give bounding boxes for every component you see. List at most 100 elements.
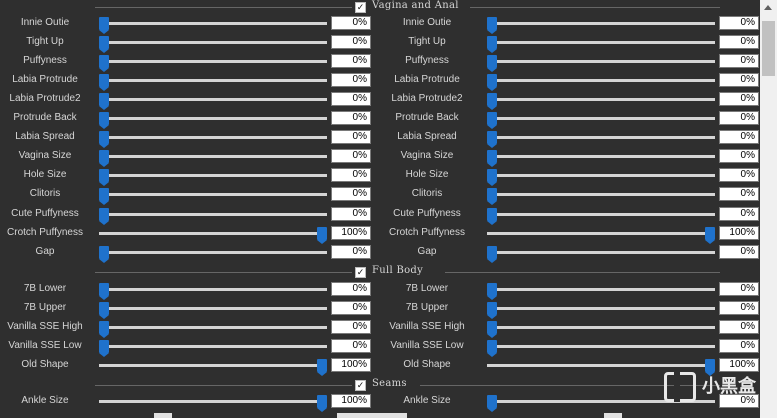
slider-value-field[interactable]: 0%	[331, 245, 371, 259]
slider-value-field[interactable]: 100%	[331, 358, 371, 372]
slider-value-field[interactable]: 0%	[719, 187, 759, 201]
slider-thumb[interactable]	[99, 150, 109, 167]
slider-value-field[interactable]: 0%	[719, 339, 759, 353]
slider-track[interactable]	[99, 79, 327, 82]
slider-track[interactable]	[487, 232, 715, 235]
slider-value-field[interactable]: 0%	[719, 16, 759, 30]
slider-thumb[interactable]	[487, 93, 497, 110]
slider-track[interactable]	[487, 41, 715, 44]
scroll-up-arrow-icon[interactable]	[764, 5, 772, 10]
slider-track[interactable]	[99, 288, 327, 291]
slider-thumb[interactable]	[317, 227, 327, 244]
checkbox-seams[interactable]: ✓	[355, 380, 366, 391]
slider-track[interactable]	[99, 41, 327, 44]
slider-track[interactable]	[99, 60, 327, 63]
slider-thumb[interactable]	[99, 188, 109, 205]
slider-track[interactable]	[487, 288, 715, 291]
slider-value-field[interactable]: 0%	[331, 207, 371, 221]
slider-track[interactable]	[99, 345, 327, 348]
slider-thumb[interactable]	[487, 169, 497, 186]
slider-value-field[interactable]: 0%	[331, 320, 371, 334]
slider-track[interactable]	[487, 155, 715, 158]
slider-thumb[interactable]	[487, 131, 497, 148]
slider-thumb[interactable]	[99, 17, 109, 34]
slider-track[interactable]	[99, 400, 327, 403]
slider-thumb[interactable]	[317, 359, 327, 376]
checkbox-full-body[interactable]: ✓	[355, 267, 366, 278]
slider-thumb[interactable]	[705, 359, 715, 376]
slider-value-field[interactable]: 100%	[719, 358, 759, 372]
slider-track[interactable]	[99, 213, 327, 216]
slider-track[interactable]	[99, 326, 327, 329]
slider-value-field[interactable]: 0%	[719, 149, 759, 163]
slider-thumb[interactable]	[705, 227, 715, 244]
slider-thumb[interactable]	[487, 283, 497, 300]
slider-thumb[interactable]	[487, 112, 497, 129]
checkbox-vagina-and-anal[interactable]: ✓	[355, 2, 366, 13]
slider-value-field[interactable]: 0%	[719, 168, 759, 182]
slider-value-field[interactable]: 0%	[331, 339, 371, 353]
slider-thumb[interactable]	[99, 321, 109, 338]
slider-thumb[interactable]	[99, 246, 109, 263]
slider-thumb[interactable]	[487, 395, 497, 412]
slider-thumb[interactable]	[99, 302, 109, 319]
slider-thumb[interactable]	[487, 74, 497, 91]
slider-track[interactable]	[487, 98, 715, 101]
slider-value-field[interactable]: 0%	[331, 301, 371, 315]
slider-value-field[interactable]: 0%	[331, 282, 371, 296]
slider-value-field[interactable]: 0%	[331, 92, 371, 106]
scrollbar-thumb[interactable]	[762, 21, 775, 76]
slider-value-field[interactable]: 0%	[331, 54, 371, 68]
slider-value-field[interactable]: 100%	[331, 394, 371, 408]
slider-track[interactable]	[487, 60, 715, 63]
slider-thumb[interactable]	[487, 188, 497, 205]
slider-value-field[interactable]: 100%	[719, 226, 759, 240]
slider-thumb[interactable]	[99, 340, 109, 357]
slider-thumb[interactable]	[487, 340, 497, 357]
slider-value-field[interactable]: 0%	[719, 54, 759, 68]
slider-thumb[interactable]	[99, 208, 109, 225]
slider-value-field[interactable]: 0%	[331, 16, 371, 30]
slider-value-field[interactable]: 100%	[331, 226, 371, 240]
slider-thumb[interactable]	[487, 208, 497, 225]
slider-value-field[interactable]: 0%	[331, 149, 371, 163]
slider-thumb[interactable]	[99, 55, 109, 72]
slider-value-field[interactable]: 0%	[331, 187, 371, 201]
slider-value-field[interactable]: 0%	[719, 111, 759, 125]
slider-track[interactable]	[99, 22, 327, 25]
slider-track[interactable]	[99, 98, 327, 101]
slider-track[interactable]	[487, 345, 715, 348]
slider-thumb[interactable]	[487, 36, 497, 53]
slider-thumb[interactable]	[99, 131, 109, 148]
slider-track[interactable]	[99, 193, 327, 196]
slider-track[interactable]	[99, 155, 327, 158]
slider-track[interactable]	[487, 79, 715, 82]
slider-track[interactable]	[99, 174, 327, 177]
section-vagina-and-anal[interactable]: ✓ Vagina and Anal	[0, 0, 760, 14]
slider-thumb[interactable]	[487, 55, 497, 72]
slider-track[interactable]	[487, 213, 715, 216]
slider-value-field[interactable]: 0%	[331, 168, 371, 182]
slider-thumb[interactable]	[99, 74, 109, 91]
slider-value-field[interactable]: 0%	[719, 320, 759, 334]
slider-value-field[interactable]: 0%	[331, 111, 371, 125]
slider-thumb[interactable]	[99, 36, 109, 53]
slider-track[interactable]	[487, 326, 715, 329]
slider-track[interactable]	[487, 307, 715, 310]
slider-value-field[interactable]: 0%	[331, 35, 371, 49]
slider-track[interactable]	[99, 136, 327, 139]
slider-value-field[interactable]: 0%	[719, 92, 759, 106]
slider-track[interactable]	[487, 22, 715, 25]
slider-track[interactable]	[99, 307, 327, 310]
slider-track[interactable]	[487, 193, 715, 196]
section-seams[interactable]: ✓ Seams	[0, 378, 760, 392]
slider-thumb[interactable]	[317, 395, 327, 412]
slider-value-field[interactable]: 0%	[719, 73, 759, 87]
slider-track[interactable]	[487, 117, 715, 120]
slider-value-field[interactable]: 0%	[719, 245, 759, 259]
slider-thumb[interactable]	[99, 112, 109, 129]
slider-value-field[interactable]: 0%	[719, 35, 759, 49]
slider-value-field[interactable]: 0%	[719, 130, 759, 144]
slider-thumb[interactable]	[487, 246, 497, 263]
vertical-scrollbar[interactable]	[760, 0, 777, 418]
